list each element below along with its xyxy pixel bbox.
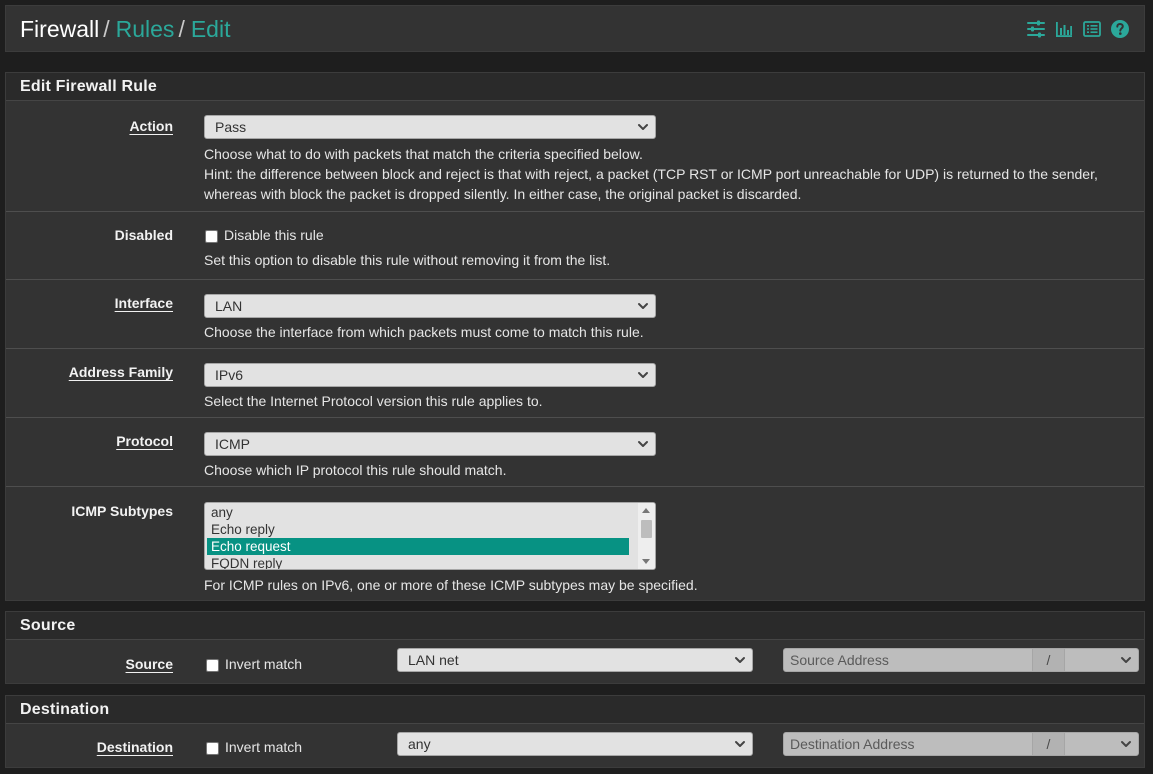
protocol-select[interactable]: ICMP xyxy=(204,432,656,456)
chevron-down-icon xyxy=(1120,654,1132,666)
listbox-scrollbar[interactable] xyxy=(638,503,655,569)
disabled-label: Disabled xyxy=(114,227,173,243)
destination-label: Destination xyxy=(96,739,173,755)
interface-row: Interface LAN Choose the interface from … xyxy=(6,280,1144,349)
action-help-line: Hint: the difference between block and r… xyxy=(204,166,1098,182)
breadcrumb-separator: / xyxy=(103,16,110,42)
source-panel: Source Source Invert match LAN net Sourc… xyxy=(5,611,1145,684)
breadcrumb-edit-link[interactable]: Edit xyxy=(191,16,231,42)
protocol-select-value: ICMP xyxy=(215,436,250,452)
source-type-select[interactable]: LAN net xyxy=(397,648,753,672)
action-label: Action xyxy=(129,118,173,134)
bar-chart-icon[interactable] xyxy=(1054,19,1074,39)
header-icons xyxy=(1026,19,1130,39)
breadcrumb-firewall: Firewall xyxy=(20,16,100,42)
chevron-down-icon xyxy=(637,121,649,133)
destination-address-input[interactable]: Destination Address xyxy=(783,732,1033,756)
address-family-label: Address Family xyxy=(68,364,173,380)
protocol-row: Protocol ICMP Choose which IP protocol t… xyxy=(6,418,1144,487)
list-item[interactable]: FQDN reply xyxy=(205,555,633,569)
list-item-selected[interactable]: Echo request xyxy=(207,538,629,555)
chevron-down-icon xyxy=(734,738,746,750)
disabled-help: Set this option to disable this rule wit… xyxy=(204,252,611,268)
destination-row: Destination Invert match any Destination… xyxy=(6,724,1144,768)
protocol-label: Protocol xyxy=(116,433,173,449)
source-label: Source xyxy=(125,656,173,672)
breadcrumb: Firewall / Rules / Edit xyxy=(20,16,230,42)
address-family-row: Address Family IPv6 Select the Internet … xyxy=(6,349,1144,418)
icmp-subtypes-listbox[interactable]: any Echo reply Echo request FQDN reply xyxy=(204,502,656,570)
action-help-line: Choose what to do with packets that matc… xyxy=(204,146,643,162)
source-invert-label[interactable]: Invert match xyxy=(225,656,302,672)
destination-mask-select[interactable] xyxy=(1064,732,1139,756)
icmp-subtypes-help: For ICMP rules on IPv6, one or more of t… xyxy=(204,577,698,593)
scroll-down-icon[interactable] xyxy=(642,559,650,564)
chevron-down-icon xyxy=(637,438,649,450)
help-icon[interactable] xyxy=(1110,19,1130,39)
interface-label: Interface xyxy=(114,295,173,311)
edit-rule-panel: Edit Firewall Rule Action Pass Choose wh… xyxy=(5,72,1145,601)
chevron-down-icon xyxy=(637,300,649,312)
sliders-icon[interactable] xyxy=(1026,19,1046,39)
icmp-subtypes-row: ICMP Subtypes any Echo reply Echo reques… xyxy=(6,487,1144,600)
action-help-line: whereas with block the packet is dropped… xyxy=(204,186,802,202)
page-header: Firewall / Rules / Edit xyxy=(5,5,1145,52)
source-panel-title: Source xyxy=(6,612,1144,640)
source-mask-select[interactable] xyxy=(1064,648,1139,672)
list-item[interactable]: Echo reply xyxy=(205,521,633,538)
action-row: Action Pass Choose what to do with packe… xyxy=(6,101,1144,212)
destination-invert-checkbox[interactable] xyxy=(206,742,219,755)
destination-type-value: any xyxy=(408,736,431,752)
disable-rule-checkbox[interactable] xyxy=(205,230,218,243)
cidr-slash: / xyxy=(1033,648,1064,672)
chevron-down-icon xyxy=(637,369,649,381)
icmp-subtypes-label: ICMP Subtypes xyxy=(71,503,173,519)
action-select[interactable]: Pass xyxy=(204,115,656,139)
disabled-row: Disabled Disable this rule Set this opti… xyxy=(6,212,1144,280)
chevron-down-icon xyxy=(734,654,746,666)
scroll-up-icon[interactable] xyxy=(642,508,650,513)
address-family-select[interactable]: IPv6 xyxy=(204,363,656,387)
interface-select[interactable]: LAN xyxy=(204,294,656,318)
interface-select-value: LAN xyxy=(215,298,243,314)
source-invert-checkbox[interactable] xyxy=(206,659,219,672)
source-row: Source Invert match LAN net Source Addre… xyxy=(6,640,1144,684)
destination-panel: Destination Destination Invert match any… xyxy=(5,695,1145,768)
panel-title: Edit Firewall Rule xyxy=(6,73,1144,101)
protocol-help: Choose which IP protocol this rule shoul… xyxy=(204,462,507,478)
action-help: Choose what to do with packets that matc… xyxy=(204,144,1124,204)
breadcrumb-rules-link[interactable]: Rules xyxy=(116,16,175,42)
destination-type-select[interactable]: any xyxy=(397,732,753,756)
chevron-down-icon xyxy=(1120,738,1132,750)
source-address-input[interactable]: Source Address xyxy=(783,648,1033,672)
disable-rule-checkbox-label[interactable]: Disable this rule xyxy=(224,227,324,243)
destination-panel-title: Destination xyxy=(6,696,1144,724)
list-icon[interactable] xyxy=(1082,19,1102,39)
interface-help: Choose the interface from which packets … xyxy=(204,324,644,340)
address-family-help: Select the Internet Protocol version thi… xyxy=(204,393,543,409)
breadcrumb-separator: / xyxy=(178,16,185,42)
list-item[interactable]: any xyxy=(205,504,633,521)
source-type-value: LAN net xyxy=(408,652,459,668)
scrollbar-thumb[interactable] xyxy=(641,520,652,538)
address-family-select-value: IPv6 xyxy=(215,367,244,383)
destination-invert-label[interactable]: Invert match xyxy=(225,739,302,755)
cidr-slash: / xyxy=(1033,732,1064,756)
action-select-value: Pass xyxy=(215,119,247,135)
